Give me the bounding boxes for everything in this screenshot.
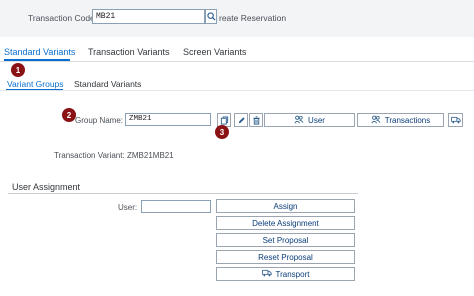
transport-button[interactable]: Transport bbox=[216, 267, 355, 281]
assign-button[interactable]: Assign bbox=[216, 199, 355, 213]
transaction-variant-label: Transaction Variant: bbox=[54, 151, 125, 160]
transaction-variant-value: ZMB21MB21 bbox=[127, 151, 174, 160]
users-icon bbox=[294, 115, 304, 126]
subtab-divider bbox=[0, 90, 474, 91]
truck-icon bbox=[261, 269, 272, 279]
tab-screen-variants[interactable]: Screen Variants bbox=[183, 47, 246, 57]
edit-pencil-icon[interactable] bbox=[234, 113, 248, 127]
delete-assignment-button[interactable]: Delete Assignment bbox=[216, 216, 355, 230]
user-label: User: bbox=[118, 203, 138, 212]
tcode-input[interactable]: MB21 bbox=[92, 9, 205, 24]
delete-trash-icon[interactable] bbox=[249, 113, 263, 127]
group-name-label: Group Name: bbox=[75, 116, 124, 125]
section-divider bbox=[8, 193, 358, 194]
tab-standard-variants[interactable]: Standard Variants bbox=[4, 47, 75, 57]
user-button-label: User bbox=[308, 115, 325, 125]
subtab-standard-variants[interactable]: Standard Variants bbox=[74, 79, 141, 89]
reset-proposal-button[interactable]: Reset Proposal bbox=[216, 250, 355, 264]
group-name-field[interactable]: ZMB21 bbox=[125, 113, 211, 126]
transport-button-label: Transport bbox=[275, 269, 310, 279]
subtab-variant-groups[interactable]: Variant Groups bbox=[7, 79, 64, 89]
callout-badge-2: 2 bbox=[62, 108, 76, 122]
tcode-label: Transaction Code: bbox=[28, 13, 98, 23]
transactions-button-label: Transactions bbox=[384, 115, 431, 125]
tcode-description: reate Reservation bbox=[219, 13, 287, 23]
user-assignment-title: User Assignment bbox=[12, 182, 81, 192]
callout-badge-1: 1 bbox=[11, 63, 25, 77]
tab-transaction-variants[interactable]: Transaction Variants bbox=[88, 47, 170, 57]
user-input[interactable] bbox=[141, 200, 211, 213]
transactions-button[interactable]: Transactions bbox=[357, 113, 444, 127]
search-help-icon[interactable] bbox=[205, 9, 217, 24]
user-button[interactable]: User bbox=[264, 113, 355, 127]
callout-badge-3: 3 bbox=[215, 125, 229, 139]
set-proposal-button[interactable]: Set Proposal bbox=[216, 233, 355, 247]
transport-truck-icon[interactable] bbox=[448, 113, 463, 127]
tab-divider bbox=[0, 61, 474, 62]
users-icon bbox=[371, 115, 381, 126]
